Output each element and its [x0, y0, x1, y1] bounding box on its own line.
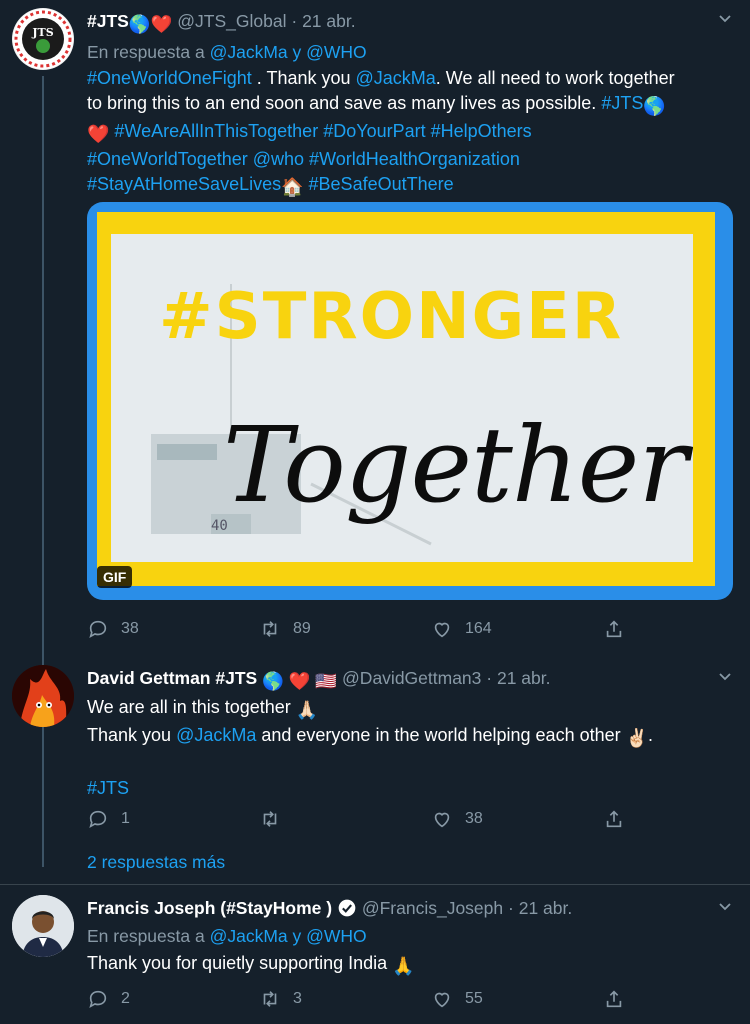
gif-badge: GIF — [97, 566, 133, 588]
chevron-down-icon[interactable] — [718, 900, 732, 914]
avatar[interactable] — [12, 895, 74, 957]
author-handle[interactable]: @JTS_Global — [177, 11, 286, 31]
gif-script-text: Together — [223, 404, 688, 526]
tweet-david-gettman[interactable]: David Gettman #JTS 🌎 ❤️ 🇺🇸 @DavidGettman… — [0, 655, 750, 885]
tweet-date[interactable]: 21 abr. — [302, 11, 356, 31]
mention[interactable]: @JackMa — [356, 68, 436, 88]
person-avatar-icon — [12, 895, 74, 957]
reply-button[interactable]: 2 — [87, 987, 130, 1011]
tweet-header: David Gettman #JTS 🌎 ❤️ 🇺🇸 @DavidGettman… — [87, 668, 551, 691]
more-replies-link[interactable]: 2 respuestas más — [87, 852, 225, 873]
share-button[interactable] — [603, 987, 637, 1011]
share-icon — [606, 810, 622, 828]
hashtag[interactable]: #StayAtHomeSaveLives — [87, 174, 281, 194]
like-icon — [434, 812, 450, 828]
tweet-text: Thank you for quietly supporting India 🙏 — [87, 951, 734, 979]
chevron-down-icon[interactable] — [718, 670, 732, 684]
gif-media[interactable]: 40 #STRONGER Together GIF — [87, 202, 733, 600]
mention[interactable]: @JackMa — [176, 725, 256, 745]
hashtags[interactable]: #OneWorldTogether @who #WorldHealthOrgan… — [87, 149, 520, 169]
tweet-actions: 38 89 164 — [87, 617, 647, 641]
reply-prefix: En respuesta a — [87, 926, 205, 946]
name-emoji: 🌎 ❤️ 🇺🇸 — [262, 671, 338, 691]
reply-icon — [89, 990, 107, 1009]
reply-prefix: En respuesta a — [87, 42, 205, 62]
pray-emoji: 🙏🏻 — [295, 700, 319, 720]
tweet-text: #OneWorldOneFight . Thank you @JackMa. W… — [87, 66, 734, 200]
tweet-date[interactable]: 21 abr. — [519, 898, 573, 918]
author-name[interactable]: Francis Joseph (#StayHome ) — [87, 898, 332, 918]
like-icon — [434, 622, 450, 638]
author-handle[interactable]: @DavidGettman3 — [342, 668, 481, 688]
reply-context: En respuesta a @JackMa y @WHO — [87, 924, 734, 948]
retweet-icon — [263, 991, 277, 1007]
tweet-header: Francis Joseph (#StayHome ) @Francis_Jos… — [87, 898, 573, 918]
verified-icon — [338, 899, 356, 917]
chevron-down-icon[interactable] — [718, 12, 732, 26]
name-emoji: 🌎❤️ — [128, 14, 173, 34]
author-name[interactable]: David Gettman #JTS — [87, 668, 257, 688]
author-handle[interactable]: @Francis_Joseph — [362, 898, 503, 918]
like-button[interactable]: 38 — [431, 807, 483, 831]
reply-button[interactable]: 1 — [87, 807, 130, 831]
heart-emoji: ❤️ — [87, 124, 110, 144]
avatar[interactable]: JTS — [12, 8, 74, 70]
share-button[interactable] — [603, 617, 637, 641]
hashtags[interactable]: #WeAreAllInThisTogether #DoYourPart #Hel… — [109, 121, 531, 141]
share-button[interactable] — [603, 807, 637, 831]
retweet-icon — [263, 621, 277, 637]
globe-emoji: 🌎 — [643, 96, 666, 116]
tweet-francis-joseph[interactable]: Francis Joseph (#StayHome ) @Francis_Jos… — [0, 885, 750, 1024]
thread-dots — [42, 845, 44, 869]
avatar[interactable] — [12, 665, 74, 727]
like-button[interactable]: 55 — [431, 987, 483, 1011]
tweet-date[interactable]: 21 abr. — [497, 668, 551, 688]
gif-image: 40 #STRONGER Together — [111, 234, 693, 562]
retweet-button[interactable]: 89 — [259, 617, 311, 641]
peace-emoji: ✌🏻 — [625, 728, 649, 748]
reply-targets[interactable]: @JackMa y @WHO — [210, 42, 367, 62]
author-name[interactable]: #JTS — [87, 11, 129, 31]
tweet-actions: 2 3 55 — [87, 987, 647, 1011]
gif-headline: #STRONGER — [159, 280, 624, 354]
tweet-text: We are all in this together 🙏🏻 Thank you… — [87, 697, 654, 798]
hashtag[interactable]: #OneWorldOneFight — [87, 68, 252, 88]
jts-logo-icon: JTS — [13, 9, 73, 69]
like-icon — [434, 992, 450, 1008]
retweet-button[interactable] — [259, 807, 293, 831]
like-button[interactable]: 164 — [431, 617, 492, 641]
hashtag[interactable]: #JTS — [87, 778, 129, 798]
reply-icon — [89, 620, 107, 639]
tweet-actions: 1 38 — [87, 807, 647, 831]
retweet-button[interactable]: 3 — [259, 987, 302, 1011]
reply-icon — [89, 810, 107, 829]
reply-context: En respuesta a @JackMa y @WHO — [87, 40, 734, 64]
share-icon — [606, 990, 622, 1008]
retweet-icon — [263, 811, 277, 827]
fire-avatar-icon — [12, 665, 74, 727]
hashtag[interactable]: #JTS — [601, 93, 643, 113]
reply-targets[interactable]: @JackMa y @WHO — [210, 926, 367, 946]
house-emoji: 🏠 — [281, 177, 304, 197]
hashtag[interactable]: #BeSafeOutThere — [304, 174, 454, 194]
pray-emoji: 🙏 — [392, 956, 415, 976]
reply-button[interactable]: 38 — [87, 617, 139, 641]
share-icon — [606, 620, 622, 638]
tweet-header: #JTS🌎❤️ @JTS_Global · 21 abr. — [87, 11, 356, 34]
tweet-jts-global[interactable]: JTS #JTS🌎❤️ @JTS_Global · 21 abr. En res… — [0, 0, 750, 866]
svg-text:JTS: JTS — [31, 26, 53, 39]
